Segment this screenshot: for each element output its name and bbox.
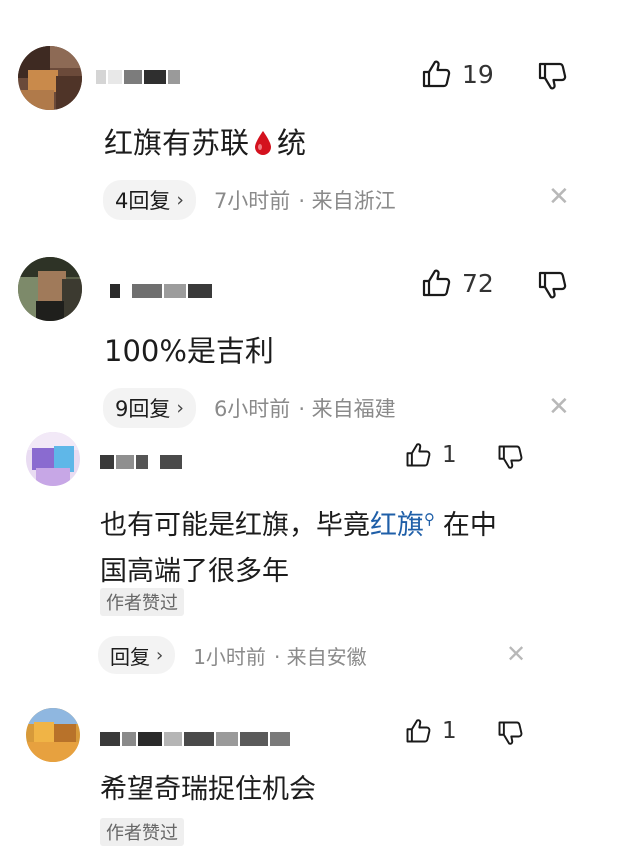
username-blurred[interactable] [100, 728, 290, 750]
thumbs-up-icon [404, 717, 432, 745]
comment-text: 希望奇瑞捉住机会 [100, 774, 316, 805]
author-liked-badge: 作者赞过 [100, 818, 184, 846]
like-count: 1 [442, 718, 457, 744]
avatar[interactable] [26, 708, 80, 762]
thumbs-down-icon [496, 719, 524, 747]
dislike-button[interactable] [496, 719, 524, 751]
like-button[interactable]: 1 [404, 717, 457, 745]
comment-4: 1 希望奇瑞捉住机会 作者赞过 [0, 0, 640, 854]
